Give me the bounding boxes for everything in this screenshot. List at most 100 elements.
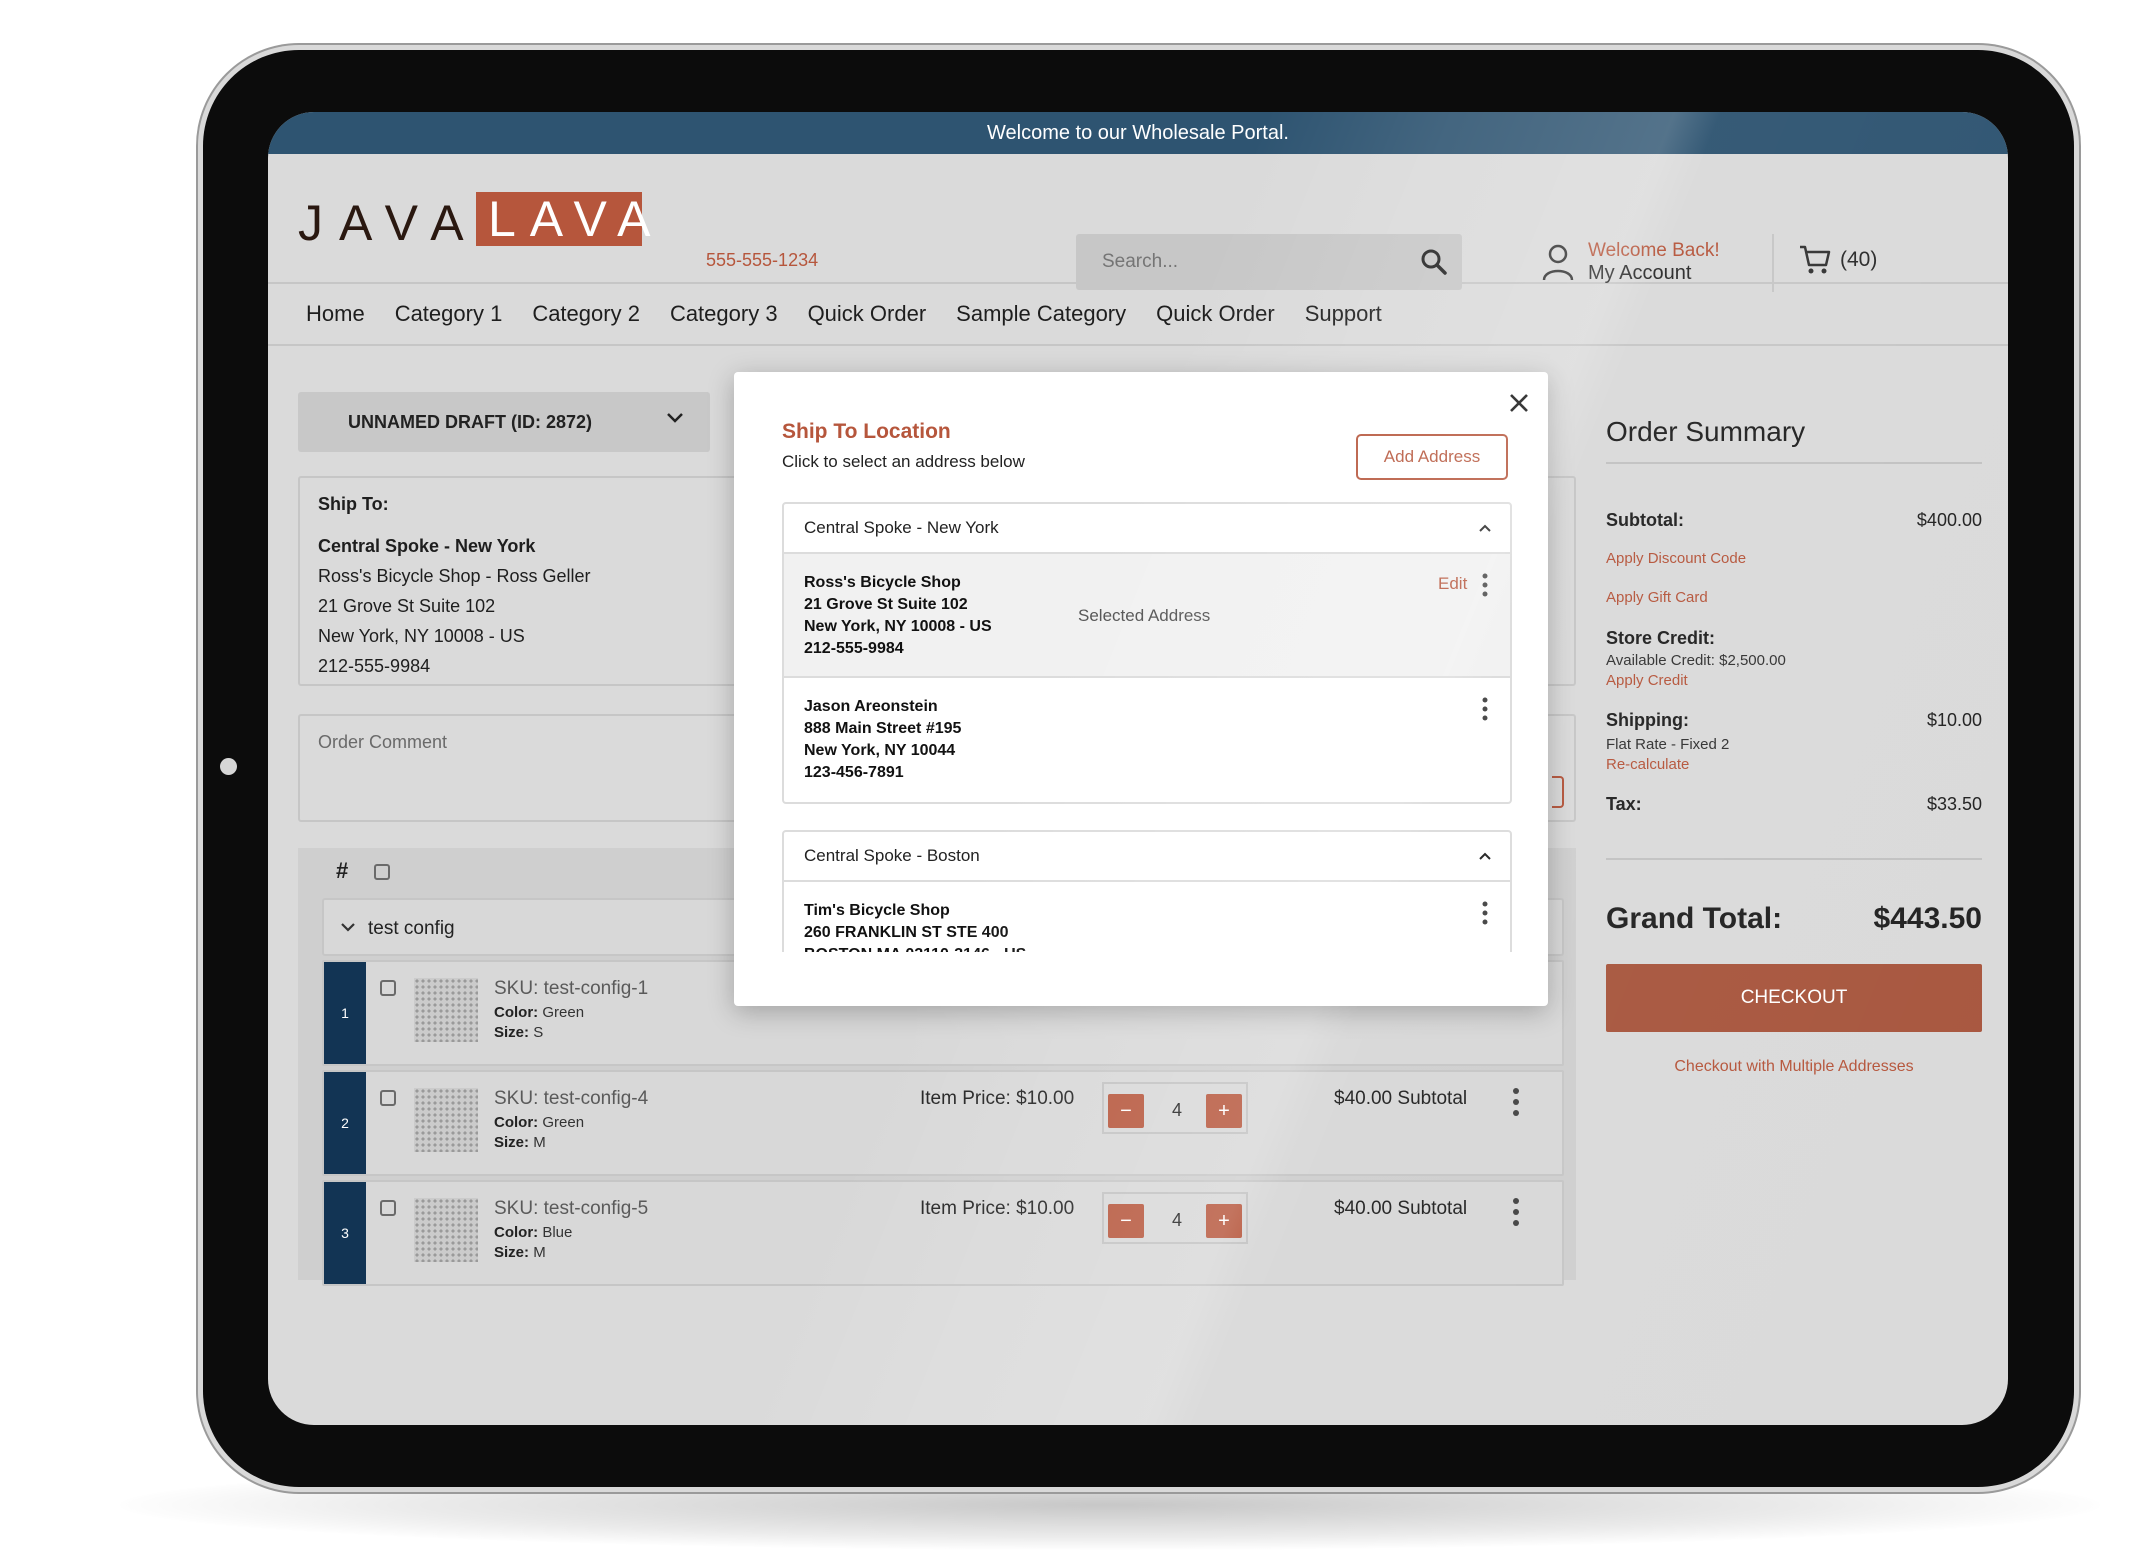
product-size: Size: M [494, 1134, 546, 1151]
product-thumbnail[interactable] [414, 978, 478, 1042]
address-line: New York, NY 10044 [804, 742, 956, 759]
row-checkbox[interactable] [380, 1090, 396, 1106]
address-line: 212-555-9984 [804, 640, 904, 657]
device-stage: Welcome to our Wholesale Portal. JAVA LA… [0, 0, 2151, 1564]
summary-divider [1606, 858, 1982, 860]
nav-item-support[interactable]: Support [1305, 301, 1382, 327]
kebab-icon[interactable] [1482, 900, 1488, 926]
address-card[interactable]: Tim's Bicycle Shop 260 FRANKLIN ST STE 4… [784, 882, 1510, 952]
edit-address-link[interactable]: Edit [1438, 574, 1467, 594]
logo-java[interactable]: JAVA [298, 194, 480, 252]
logo-lava[interactable]: LAVA [476, 192, 650, 246]
chevron-down-icon [667, 413, 683, 423]
search-input[interactable] [1076, 234, 1406, 290]
decrease-quantity-button[interactable]: − [1108, 1094, 1144, 1128]
product-sku[interactable]: SKU: test-config-5 [494, 1198, 648, 1220]
product-thumbnail[interactable] [414, 1198, 478, 1262]
promo-bar: Welcome to our Wholesale Portal. [268, 112, 2008, 154]
nav-item-category-3[interactable]: Category 3 [670, 301, 778, 327]
kebab-icon[interactable] [1512, 1086, 1520, 1118]
select-all-checkbox[interactable] [374, 864, 390, 880]
add-address-button[interactable]: Add Address [1356, 434, 1508, 480]
quantity-value[interactable]: 4 [1166, 1210, 1188, 1231]
checkout-button[interactable]: CHECKOUT [1606, 964, 1982, 1032]
address-card-selected[interactable]: Ross's Bicycle Shop 21 Grove St Suite 10… [784, 554, 1510, 678]
phone-link[interactable]: 555-555-1234 [706, 250, 818, 271]
site-header: JAVA LAVA 555-555-1234 Welcome Back! My … [268, 154, 2008, 292]
address-line: 123-456-7891 [804, 764, 904, 781]
nav-item-category-2[interactable]: Category 2 [532, 301, 640, 327]
kebab-icon[interactable] [1482, 572, 1488, 598]
kebab-icon[interactable] [1482, 696, 1488, 722]
selected-address-label: Selected Address [1078, 606, 1211, 625]
table-row: 2 SKU: test-config-4 Color: Green Size: … [322, 1070, 1564, 1176]
apply-gift-card-link[interactable]: Apply Gift Card [1606, 589, 1708, 606]
order-comment-placeholder: Order Comment [318, 732, 448, 752]
color-value: Green [542, 1114, 585, 1131]
location-group: Central Spoke - Boston Tim's Bicycle Sho… [782, 830, 1512, 952]
modal-subtitle: Click to select an address below [782, 452, 1025, 471]
nav-item-home[interactable]: Home [306, 301, 365, 327]
tablet-camera [220, 758, 237, 775]
location-header[interactable]: Central Spoke - New York [784, 504, 1510, 554]
search-icon[interactable] [1420, 248, 1448, 276]
product-sku[interactable]: SKU: test-config-1 [494, 978, 648, 1000]
cart-content: UNNAMED DRAFT (ID: 2872) Ship To: Centra… [268, 346, 2008, 1286]
color-value: Green [542, 1004, 585, 1021]
product-color: Color: Blue [494, 1224, 572, 1241]
close-icon[interactable] [1508, 392, 1530, 414]
apply-discount-link[interactable]: Apply Discount Code [1606, 550, 1746, 567]
ship-to-location-modal: Ship To Location Click to select an addr… [734, 372, 1548, 1006]
nav-item-sample-category[interactable]: Sample Category [956, 301, 1126, 327]
nav-item-quick-order-2[interactable]: Quick Order [1156, 301, 1275, 327]
increase-quantity-button[interactable]: + [1206, 1204, 1242, 1238]
nav-item-category-1[interactable]: Category 1 [395, 301, 503, 327]
size-label: Size: [494, 1244, 530, 1261]
row-subtotal: $40.00 Subtotal [1334, 1198, 1468, 1219]
address-card[interactable]: Jason Areonstein 888 Main Street #195 Ne… [784, 678, 1510, 802]
checkout-multiple-addresses-link[interactable]: Checkout with Multiple Addresses [1606, 1058, 1982, 1076]
cart-icon [1800, 245, 1831, 274]
header-divider [1772, 234, 1774, 292]
shipping-value: $10.00 [1926, 710, 1982, 730]
cart-button[interactable]: (40) [1798, 244, 1877, 276]
tax-value: $33.50 [1926, 794, 1982, 814]
product-thumbnail[interactable] [414, 1088, 478, 1152]
color-value: Blue [542, 1224, 573, 1241]
column-header-number: # [336, 858, 349, 883]
product-color: Color: Green [494, 1114, 584, 1131]
kebab-icon[interactable] [1512, 1196, 1520, 1228]
row-number: 1 [324, 962, 366, 1064]
chevron-up-icon [1479, 852, 1491, 860]
grand-total-label: Grand Total: [1606, 902, 1783, 935]
size-label: Size: [494, 1024, 530, 1041]
decrease-quantity-button[interactable]: − [1108, 1204, 1144, 1238]
available-credit: Available Credit: $2,500.00 [1606, 652, 1786, 669]
comment-save-button[interactable] [1552, 776, 1564, 808]
row-number: 3 [324, 1182, 366, 1284]
row-checkbox[interactable] [380, 980, 396, 996]
product-sku[interactable]: SKU: test-config-4 [494, 1088, 648, 1110]
location-name: Central Spoke - Boston [804, 846, 980, 865]
chevron-down-icon [341, 923, 355, 932]
location-header[interactable]: Central Spoke - Boston [784, 832, 1510, 882]
recalculate-link[interactable]: Re-calculate [1606, 756, 1689, 773]
size-value: M [533, 1244, 546, 1261]
apply-credit-link[interactable]: Apply Credit [1606, 672, 1688, 689]
address-list: Central Spoke - New York Ross's Bicycle … [782, 502, 1512, 952]
shipping-label: Shipping: [1606, 710, 1689, 730]
product-color: Color: Green [494, 1004, 584, 1021]
row-checkbox[interactable] [380, 1200, 396, 1216]
increase-quantity-button[interactable]: + [1206, 1094, 1242, 1128]
config-group-name: test config [368, 918, 455, 939]
user-icon [1542, 244, 1574, 281]
item-price: Item Price: $10.00 [920, 1198, 1075, 1219]
nav-item-quick-order[interactable]: Quick Order [808, 301, 927, 327]
cart-count: (40) [1840, 248, 1878, 271]
quantity-value[interactable]: 4 [1166, 1100, 1188, 1121]
address-line: Jason Areonstein [804, 698, 938, 715]
draft-selector[interactable]: UNNAMED DRAFT (ID: 2872) [298, 392, 710, 452]
modal-title: Ship To Location [782, 420, 951, 443]
product-size: Size: S [494, 1024, 543, 1041]
address-line: 888 Main Street #195 [804, 720, 962, 737]
